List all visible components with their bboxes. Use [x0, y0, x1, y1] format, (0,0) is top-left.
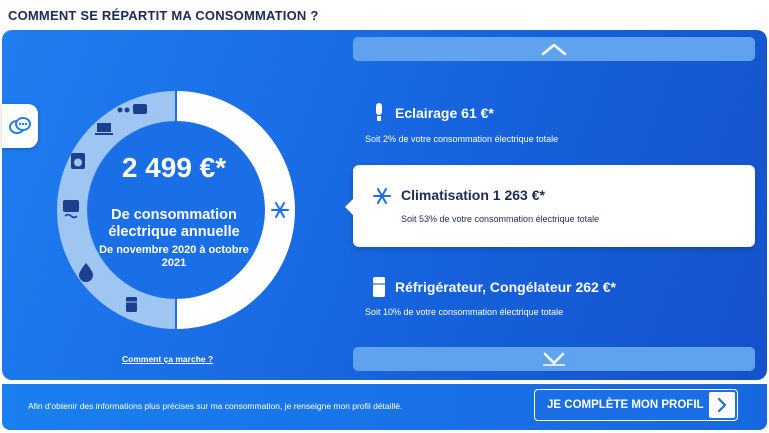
- category-title: Climatisation 1 263 €*: [401, 187, 545, 203]
- snowflake-icon: [373, 188, 391, 204]
- fridge-icon: [373, 277, 385, 297]
- chat-bubbles-icon: [9, 117, 31, 134]
- footer-text: Afin d'obtenir des informations plus pré…: [28, 401, 403, 411]
- lightbulb-icon: [376, 103, 382, 121]
- cta-label: JE COMPLÈTE MON PROFIL: [547, 399, 704, 411]
- category-item-climatisation[interactable]: Climatisation 1 263 €* Soit 53% de votre…: [345, 165, 755, 247]
- how-it-works-link[interactable]: Comment ça marche ?: [122, 354, 213, 364]
- fridge-ring-icon: [126, 297, 137, 312]
- category-subtitle: Soit 10% de votre consommation électriqu…: [365, 307, 564, 317]
- category-subtitle: Soit 53% de votre consommation électriqu…: [401, 214, 600, 224]
- scroll-up-button[interactable]: [353, 37, 755, 61]
- complete-profile-button[interactable]: JE COMPLÈTE MON PROFIL: [534, 389, 738, 421]
- category-subtitle: Soit 2% de votre consommation électrique…: [365, 134, 559, 144]
- scroll-down-button[interactable]: [353, 347, 755, 371]
- chevron-up-icon: [541, 43, 567, 56]
- chevron-down-icon: [543, 352, 565, 366]
- category-title: Eclairage 61 €*: [395, 105, 494, 121]
- washing-machine-ring-icon: [71, 153, 85, 169]
- category-title: Réfrigérateur, Congélateur 262 €*: [395, 279, 616, 295]
- chevron-right-icon: [709, 392, 735, 418]
- total-amount: 2 499 €*: [121, 152, 227, 183]
- laptop-ring-icon: [95, 123, 113, 135]
- chat-tab[interactable]: [2, 104, 38, 148]
- period-label: De novembre 2020 à octobre 2021: [99, 244, 249, 269]
- page-title: COMMENT SE RÉPARTIT MA CONSOMMATION ?: [8, 8, 319, 23]
- total-label: De consommation électrique annuelle: [108, 207, 240, 240]
